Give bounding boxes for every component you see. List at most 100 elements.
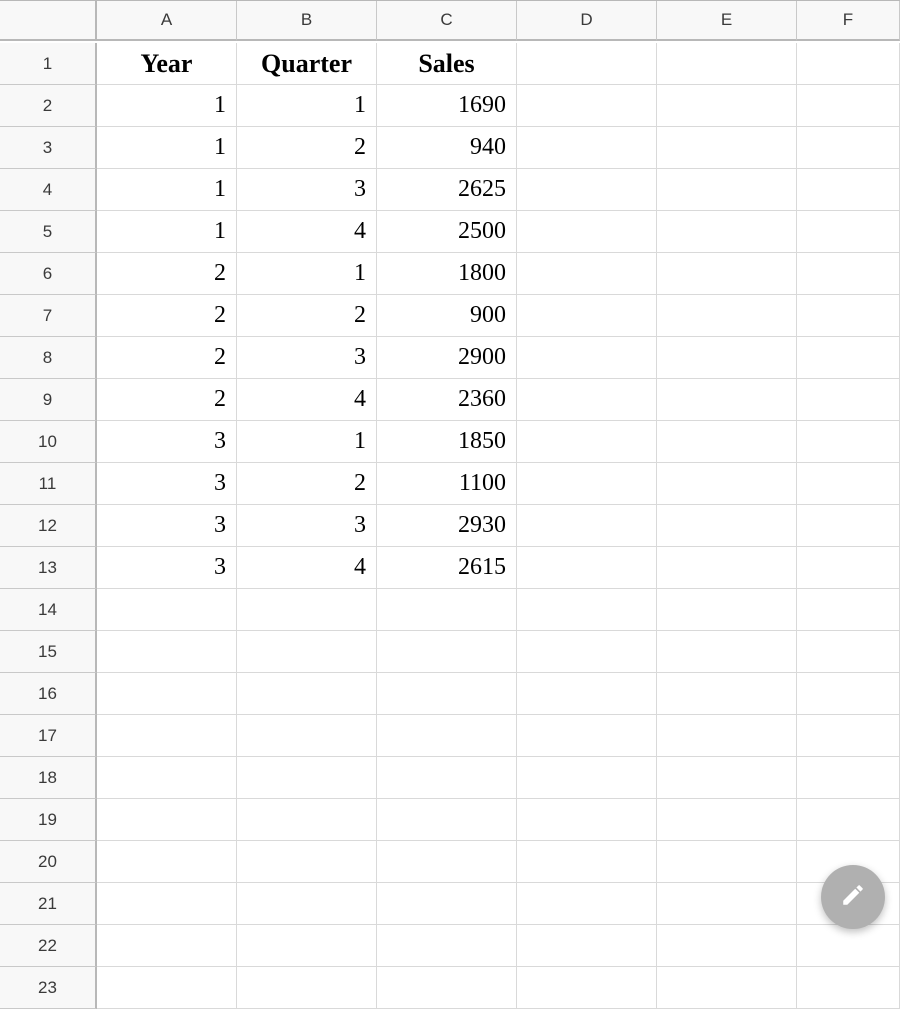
cell-b1[interactable]: Quarter [237, 43, 377, 85]
cell-a11[interactable]: 3 [97, 463, 237, 505]
column-header-f[interactable]: F [797, 1, 900, 41]
cell-a13[interactable]: 3 [97, 547, 237, 589]
cell-b2[interactable]: 1 [237, 85, 377, 127]
cell-f6[interactable] [797, 253, 900, 295]
cell-d2[interactable] [517, 85, 657, 127]
cell-d8[interactable] [517, 337, 657, 379]
row-header-19[interactable]: 19 [0, 799, 97, 841]
cell-d14[interactable] [517, 589, 657, 631]
cell-e22[interactable] [657, 925, 797, 967]
row-header-17[interactable]: 17 [0, 715, 97, 757]
cell-b19[interactable] [237, 799, 377, 841]
cell-e7[interactable] [657, 295, 797, 337]
cell-b23[interactable] [237, 967, 377, 1009]
row-header-3[interactable]: 3 [0, 127, 97, 169]
cell-c9[interactable]: 2360 [377, 379, 517, 421]
cell-f18[interactable] [797, 757, 900, 799]
cell-f1[interactable] [797, 43, 900, 85]
row-header-18[interactable]: 18 [0, 757, 97, 799]
cell-d15[interactable] [517, 631, 657, 673]
row-header-14[interactable]: 14 [0, 589, 97, 631]
cell-d12[interactable] [517, 505, 657, 547]
cell-e6[interactable] [657, 253, 797, 295]
cell-c15[interactable] [377, 631, 517, 673]
cell-b20[interactable] [237, 841, 377, 883]
cell-c5[interactable]: 2500 [377, 211, 517, 253]
cell-e23[interactable] [657, 967, 797, 1009]
cell-f7[interactable] [797, 295, 900, 337]
cell-b9[interactable]: 4 [237, 379, 377, 421]
cell-c8[interactable]: 2900 [377, 337, 517, 379]
cell-d22[interactable] [517, 925, 657, 967]
cell-b6[interactable]: 1 [237, 253, 377, 295]
cell-c20[interactable] [377, 841, 517, 883]
cell-b5[interactable]: 4 [237, 211, 377, 253]
cell-e17[interactable] [657, 715, 797, 757]
cell-f10[interactable] [797, 421, 900, 463]
cell-e18[interactable] [657, 757, 797, 799]
cell-d18[interactable] [517, 757, 657, 799]
cell-a6[interactable]: 2 [97, 253, 237, 295]
cell-a23[interactable] [97, 967, 237, 1009]
cell-a18[interactable] [97, 757, 237, 799]
column-header-d[interactable]: D [517, 1, 657, 41]
cell-c19[interactable] [377, 799, 517, 841]
row-header-6[interactable]: 6 [0, 253, 97, 295]
cell-f23[interactable] [797, 967, 900, 1009]
cell-b16[interactable] [237, 673, 377, 715]
cell-b14[interactable] [237, 589, 377, 631]
cell-c12[interactable]: 2930 [377, 505, 517, 547]
cell-e3[interactable] [657, 127, 797, 169]
cell-b11[interactable]: 2 [237, 463, 377, 505]
cell-a7[interactable]: 2 [97, 295, 237, 337]
cell-c14[interactable] [377, 589, 517, 631]
cell-c6[interactable]: 1800 [377, 253, 517, 295]
cell-e13[interactable] [657, 547, 797, 589]
cell-c17[interactable] [377, 715, 517, 757]
cell-d3[interactable] [517, 127, 657, 169]
cell-a3[interactable]: 1 [97, 127, 237, 169]
cell-f11[interactable] [797, 463, 900, 505]
cell-c16[interactable] [377, 673, 517, 715]
cell-d1[interactable] [517, 43, 657, 85]
cell-a5[interactable]: 1 [97, 211, 237, 253]
cell-d23[interactable] [517, 967, 657, 1009]
cell-c11[interactable]: 1100 [377, 463, 517, 505]
cell-c23[interactable] [377, 967, 517, 1009]
cell-f13[interactable] [797, 547, 900, 589]
cell-b10[interactable]: 1 [237, 421, 377, 463]
cell-e15[interactable] [657, 631, 797, 673]
row-header-1[interactable]: 1 [0, 43, 97, 85]
cell-b15[interactable] [237, 631, 377, 673]
cell-d5[interactable] [517, 211, 657, 253]
cell-b3[interactable]: 2 [237, 127, 377, 169]
cell-c7[interactable]: 900 [377, 295, 517, 337]
cell-f15[interactable] [797, 631, 900, 673]
row-header-12[interactable]: 12 [0, 505, 97, 547]
cell-d7[interactable] [517, 295, 657, 337]
cell-b21[interactable] [237, 883, 377, 925]
cell-e12[interactable] [657, 505, 797, 547]
cell-e4[interactable] [657, 169, 797, 211]
cell-f14[interactable] [797, 589, 900, 631]
cell-f22[interactable] [797, 925, 900, 967]
cell-e10[interactable] [657, 421, 797, 463]
cell-c4[interactable]: 2625 [377, 169, 517, 211]
cell-d11[interactable] [517, 463, 657, 505]
cell-c3[interactable]: 940 [377, 127, 517, 169]
cell-d16[interactable] [517, 673, 657, 715]
cell-e8[interactable] [657, 337, 797, 379]
row-header-15[interactable]: 15 [0, 631, 97, 673]
cell-e9[interactable] [657, 379, 797, 421]
cell-a2[interactable]: 1 [97, 85, 237, 127]
cell-d10[interactable] [517, 421, 657, 463]
cell-d9[interactable] [517, 379, 657, 421]
cell-a12[interactable]: 3 [97, 505, 237, 547]
cell-c2[interactable]: 1690 [377, 85, 517, 127]
cell-f3[interactable] [797, 127, 900, 169]
cell-a16[interactable] [97, 673, 237, 715]
cell-c1[interactable]: Sales [377, 43, 517, 85]
cell-e20[interactable] [657, 841, 797, 883]
cell-f16[interactable] [797, 673, 900, 715]
cell-d19[interactable] [517, 799, 657, 841]
